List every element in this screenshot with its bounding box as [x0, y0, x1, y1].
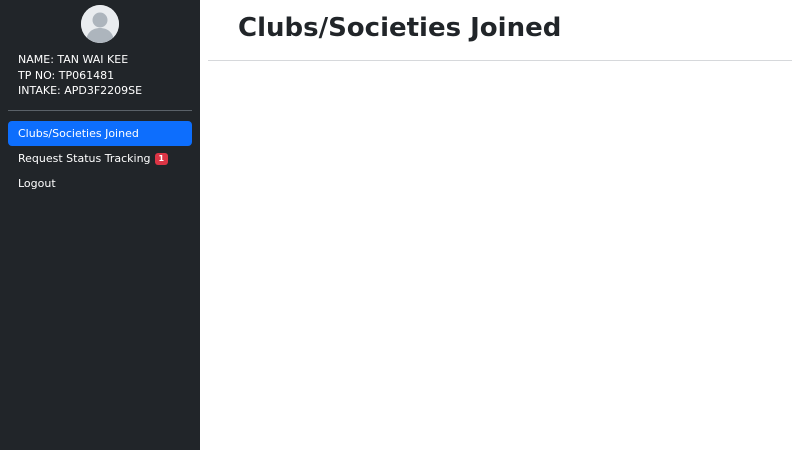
user-avatar-icon: [81, 5, 119, 43]
app-layout: NAME: TAN WAI KEE TP NO: TP061481 INTAKE…: [0, 0, 800, 450]
notification-badge: 1: [154, 152, 169, 165]
sidebar-item-logout[interactable]: Logout: [8, 171, 192, 196]
sidebar-item-clubs-societies-joined[interactable]: Clubs/Societies Joined: [8, 121, 192, 146]
page-title: Clubs/Societies Joined: [238, 13, 562, 43]
sidebar-nav: Clubs/Societies Joined Request Status Tr…: [8, 121, 192, 196]
main-content: Clubs/Societies Joined: [200, 0, 800, 450]
sidebar-item-label: Request Status Tracking: [18, 152, 151, 165]
user-info: NAME: TAN WAI KEE TP NO: TP061481 INTAKE…: [18, 52, 142, 99]
user-intake: INTAKE: APD3F2209SE: [18, 84, 143, 97]
user-name: NAME: TAN WAI KEE: [18, 53, 129, 66]
sidebar-divider: [8, 110, 192, 111]
sidebar-item-label: Clubs/Societies Joined: [18, 127, 139, 140]
title-divider: [208, 60, 792, 61]
sidebar-item-request-status-tracking[interactable]: Request Status Tracking 1: [8, 146, 192, 171]
user-tp-number: TP NO: TP061481: [18, 68, 115, 82]
sidebar: NAME: TAN WAI KEE TP NO: TP061481 INTAKE…: [0, 0, 200, 450]
sidebar-item-label: Logout: [18, 177, 56, 190]
